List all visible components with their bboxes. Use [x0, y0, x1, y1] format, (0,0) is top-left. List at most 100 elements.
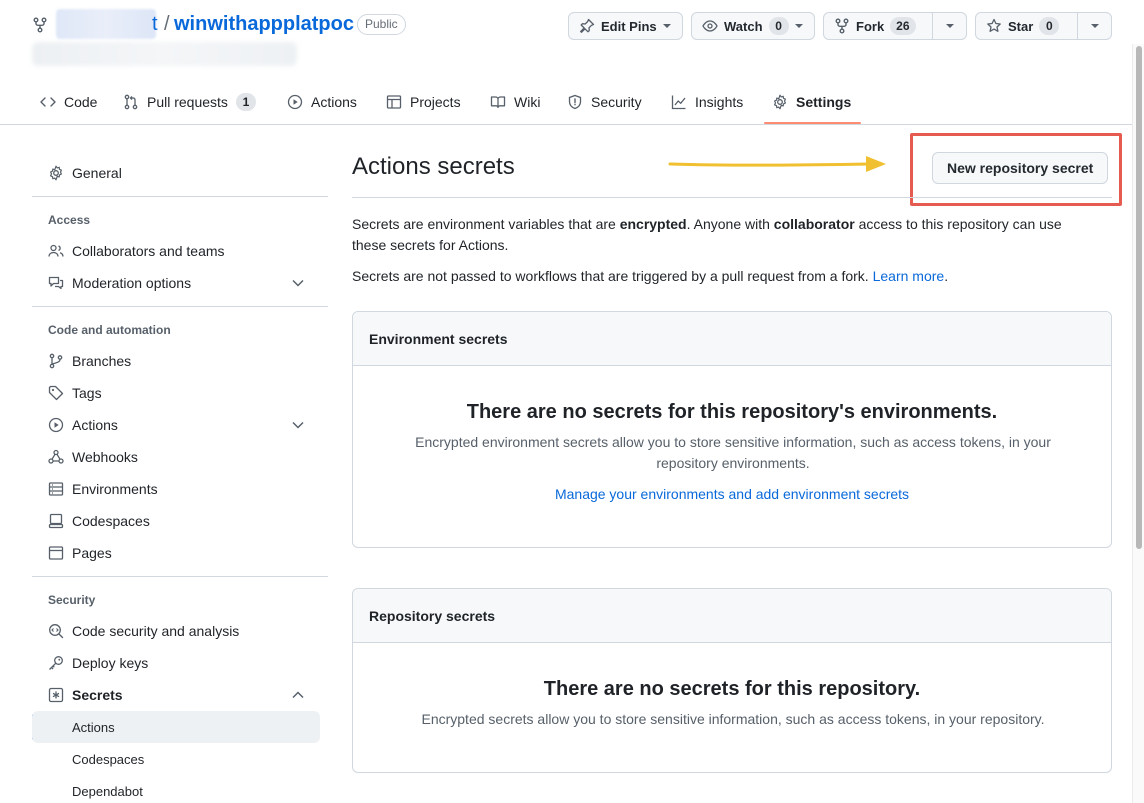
sidebar-item-actions[interactable]: Actions: [32, 409, 320, 441]
watch-button[interactable]: Watch 0: [691, 12, 815, 40]
sidebar-item-secrets[interactable]: Secrets: [32, 679, 320, 711]
star-button-group: Star 0: [975, 12, 1112, 40]
pin-icon: [579, 18, 595, 34]
edit-pins-button[interactable]: Edit Pins: [568, 12, 683, 40]
sidebar-divider: [32, 576, 328, 577]
tab-code[interactable]: Code: [40, 79, 97, 125]
tab-pull-requests[interactable]: Pull requests 1: [123, 79, 256, 125]
tab-label: Actions: [311, 94, 357, 110]
comment-discussion-icon: [48, 275, 64, 291]
sidebar-divider: [32, 306, 328, 307]
sidebar-subitem-dependabot[interactable]: Dependabot: [32, 775, 320, 803]
graph-icon: [671, 94, 687, 110]
sidebar-item-webhooks[interactable]: Webhooks: [32, 441, 320, 473]
chevron-down-icon: [662, 24, 671, 28]
tab-label: Code: [64, 94, 98, 110]
sidebar-item-pages[interactable]: Pages: [32, 537, 320, 569]
fork-dropdown-button[interactable]: [932, 13, 966, 39]
sidebar-item-label: Pages: [72, 545, 112, 561]
sidebar-item-label: General: [72, 165, 122, 181]
sidebar-item-label: Branches: [72, 353, 132, 369]
sidebar-subitem-actions[interactable]: Actions: [32, 711, 320, 743]
tab-settings[interactable]: Settings: [772, 79, 851, 125]
manage-environments-link[interactable]: Manage your environments and add environ…: [353, 486, 1111, 502]
pull-request-icon: [123, 94, 139, 110]
sidebar-item-label: Collaborators and teams: [72, 243, 225, 259]
chevron-down-icon: [292, 421, 304, 429]
server-icon: [48, 481, 64, 497]
repo-description-redacted: [32, 42, 297, 66]
chevron-down-icon: [292, 279, 304, 287]
repo-forked-icon: [32, 17, 48, 33]
sidebar-item-branches[interactable]: Branches: [32, 345, 320, 377]
sidebar-subitem-codespaces[interactable]: Codespaces: [32, 743, 320, 775]
environment-secrets-box: Environment secrets There are no secrets…: [352, 311, 1112, 548]
sidebar-item-label: Codespaces: [72, 513, 150, 529]
sidebar-heading-access: Access: [48, 213, 91, 227]
scrollbar-thumb[interactable]: [1136, 46, 1142, 549]
people-icon: [48, 243, 64, 259]
repository-blankslate-title: There are no secrets for this repository…: [543, 678, 921, 700]
blankslate-line: repository environments.: [656, 455, 810, 471]
sidebar-item-label: Code security and analysis: [72, 623, 240, 639]
fork-note-text: Secrets are not passed to workflows that…: [352, 268, 869, 284]
sidebar-item-tags[interactable]: Tags: [32, 377, 320, 409]
sidebar-item-codespaces[interactable]: Codespaces: [32, 505, 320, 537]
key-icon: [48, 655, 64, 671]
sidebar-divider: [32, 196, 328, 197]
sidebar-item-collaborators[interactable]: Collaborators and teams: [32, 235, 320, 267]
gear-icon: [772, 94, 788, 110]
sidebar-item-label: Tags: [72, 385, 102, 401]
sidebar-item-code-security[interactable]: Code security and analysis: [32, 615, 320, 647]
selected-tab-underline: [764, 122, 861, 124]
sidebar-item-deploy-keys[interactable]: Deploy keys: [32, 647, 320, 679]
pull-request-count: 1: [235, 93, 256, 111]
code-icon: [40, 94, 56, 110]
learn-more-link[interactable]: Learn more: [873, 268, 945, 284]
arrow-right-annotation-icon: [668, 153, 890, 175]
browser-icon: [48, 545, 64, 561]
fork-note-paragraph: Secrets are not passed to workflows that…: [352, 266, 1112, 287]
tab-projects[interactable]: Projects: [386, 79, 461, 125]
tab-security[interactable]: Security: [567, 79, 642, 125]
repository-secrets-box: Repository secrets There are no secrets …: [352, 588, 1112, 773]
sidebar-item-environments[interactable]: Environments: [32, 473, 320, 505]
sidebar-item-label: Moderation options: [72, 275, 192, 291]
star-icon: [986, 18, 1002, 34]
owner-name-redacted[interactable]: [56, 9, 156, 39]
sidebar-item-general[interactable]: General: [32, 157, 320, 189]
repo-name-link[interactable]: winwithappplatpoc: [174, 13, 354, 36]
webhook-icon: [48, 449, 64, 465]
tab-actions[interactable]: Actions: [287, 79, 357, 125]
fork-button[interactable]: Fork 26: [824, 13, 932, 39]
repository-blankslate-text: Encrypted secrets allow you to store sen…: [421, 711, 1045, 727]
codespaces-icon: [48, 513, 64, 529]
star-dropdown-button[interactable]: [1077, 13, 1111, 39]
chevron-down-icon: [794, 24, 803, 28]
tab-label: Projects: [410, 94, 461, 110]
vertical-scrollbar[interactable]: [1132, 44, 1144, 803]
chevron-up-icon: [292, 691, 304, 699]
codescan-icon: [48, 623, 64, 639]
eye-icon: [702, 18, 718, 34]
chevron-down-icon: [945, 24, 954, 28]
sidebar-item-moderation[interactable]: Moderation options: [32, 267, 320, 299]
period: .: [944, 268, 949, 284]
sidebar-item-label: Environments: [72, 481, 158, 497]
tab-wiki[interactable]: Wiki: [490, 79, 540, 125]
play-icon: [287, 94, 303, 110]
page-title: Actions secrets: [352, 153, 515, 180]
intro-bold-collaborator: collaborator: [773, 216, 855, 232]
sidebar-item-label: Webhooks: [72, 449, 138, 465]
tab-label: Pull requests: [147, 94, 228, 110]
intro-text: these secrets for Actions.: [352, 237, 509, 253]
tab-insights[interactable]: Insights: [671, 79, 743, 125]
owner-name-suffix[interactable]: t: [152, 13, 158, 36]
title-divider: [352, 197, 1112, 198]
intro-text: access to this repository can use: [854, 216, 1062, 232]
git-branch-icon: [48, 353, 64, 369]
star-button[interactable]: Star 0: [976, 13, 1077, 39]
new-repository-secret-button[interactable]: New repository secret: [932, 152, 1109, 184]
intro-paragraph: Secrets are environment variables that a…: [352, 214, 1112, 256]
path-separator: /: [164, 13, 170, 35]
